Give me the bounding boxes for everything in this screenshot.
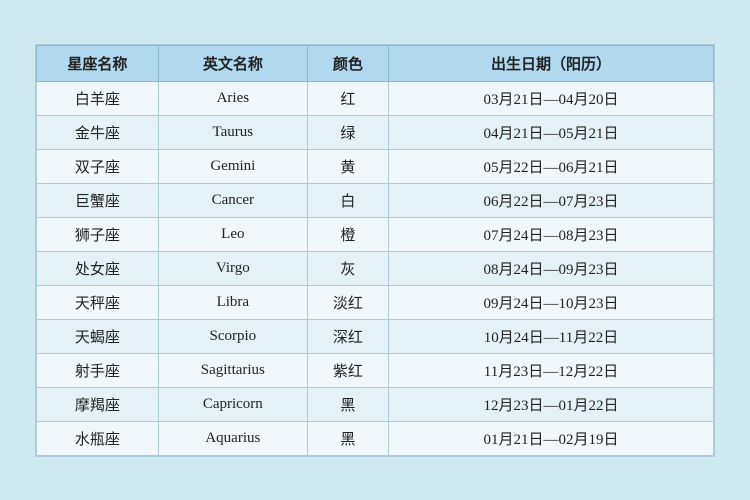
header-color: 颜色 [307, 45, 388, 81]
cell-english-name: Gemini [158, 149, 307, 183]
cell-color: 橙 [307, 217, 388, 251]
cell-birth-date: 03月21日—04月20日 [389, 81, 714, 115]
cell-color: 黑 [307, 421, 388, 455]
table-row: 巨蟹座Cancer白06月22日—07月23日 [37, 183, 714, 217]
cell-color: 深红 [307, 319, 388, 353]
table-row: 天秤座Libra淡红09月24日—10月23日 [37, 285, 714, 319]
cell-english-name: Aquarius [158, 421, 307, 455]
cell-birth-date: 09月24日—10月23日 [389, 285, 714, 319]
cell-color: 白 [307, 183, 388, 217]
table-row: 白羊座Aries红03月21日—04月20日 [37, 81, 714, 115]
cell-chinese-name: 双子座 [37, 149, 159, 183]
cell-birth-date: 06月22日—07月23日 [389, 183, 714, 217]
cell-english-name: Capricorn [158, 387, 307, 421]
cell-color: 紫红 [307, 353, 388, 387]
cell-color: 灰 [307, 251, 388, 285]
cell-chinese-name: 射手座 [37, 353, 159, 387]
cell-chinese-name: 金牛座 [37, 115, 159, 149]
header-chinese-name: 星座名称 [37, 45, 159, 81]
zodiac-table: 星座名称 英文名称 颜色 出生日期（阳历） 白羊座Aries红03月21日—04… [36, 45, 714, 456]
cell-birth-date: 01月21日—02月19日 [389, 421, 714, 455]
table-row: 摩羯座Capricorn黑12月23日—01月22日 [37, 387, 714, 421]
cell-birth-date: 08月24日—09月23日 [389, 251, 714, 285]
table-row: 双子座Gemini黄05月22日—06月21日 [37, 149, 714, 183]
cell-birth-date: 04月21日—05月21日 [389, 115, 714, 149]
cell-chinese-name: 天蝎座 [37, 319, 159, 353]
cell-chinese-name: 水瓶座 [37, 421, 159, 455]
cell-color: 淡红 [307, 285, 388, 319]
cell-english-name: Taurus [158, 115, 307, 149]
cell-color: 红 [307, 81, 388, 115]
table-row: 金牛座Taurus绿04月21日—05月21日 [37, 115, 714, 149]
table-row: 狮子座Leo橙07月24日—08月23日 [37, 217, 714, 251]
cell-chinese-name: 白羊座 [37, 81, 159, 115]
cell-birth-date: 12月23日—01月22日 [389, 387, 714, 421]
cell-birth-date: 05月22日—06月21日 [389, 149, 714, 183]
table-row: 水瓶座Aquarius黑01月21日—02月19日 [37, 421, 714, 455]
header-birth-date: 出生日期（阳历） [389, 45, 714, 81]
cell-english-name: Sagittarius [158, 353, 307, 387]
cell-english-name: Leo [158, 217, 307, 251]
table-body: 白羊座Aries红03月21日—04月20日金牛座Taurus绿04月21日—0… [37, 81, 714, 455]
cell-english-name: Cancer [158, 183, 307, 217]
cell-birth-date: 10月24日—11月22日 [389, 319, 714, 353]
cell-chinese-name: 摩羯座 [37, 387, 159, 421]
cell-color: 绿 [307, 115, 388, 149]
zodiac-table-container: 星座名称 英文名称 颜色 出生日期（阳历） 白羊座Aries红03月21日—04… [35, 44, 715, 457]
cell-english-name: Libra [158, 285, 307, 319]
cell-chinese-name: 巨蟹座 [37, 183, 159, 217]
table-header-row: 星座名称 英文名称 颜色 出生日期（阳历） [37, 45, 714, 81]
table-row: 射手座Sagittarius紫红11月23日—12月22日 [37, 353, 714, 387]
cell-color: 黄 [307, 149, 388, 183]
table-row: 天蝎座Scorpio深红10月24日—11月22日 [37, 319, 714, 353]
cell-english-name: Virgo [158, 251, 307, 285]
cell-birth-date: 11月23日—12月22日 [389, 353, 714, 387]
cell-chinese-name: 处女座 [37, 251, 159, 285]
table-row: 处女座Virgo灰08月24日—09月23日 [37, 251, 714, 285]
cell-english-name: Aries [158, 81, 307, 115]
cell-birth-date: 07月24日—08月23日 [389, 217, 714, 251]
cell-chinese-name: 狮子座 [37, 217, 159, 251]
cell-english-name: Scorpio [158, 319, 307, 353]
cell-chinese-name: 天秤座 [37, 285, 159, 319]
header-english-name: 英文名称 [158, 45, 307, 81]
cell-color: 黑 [307, 387, 388, 421]
